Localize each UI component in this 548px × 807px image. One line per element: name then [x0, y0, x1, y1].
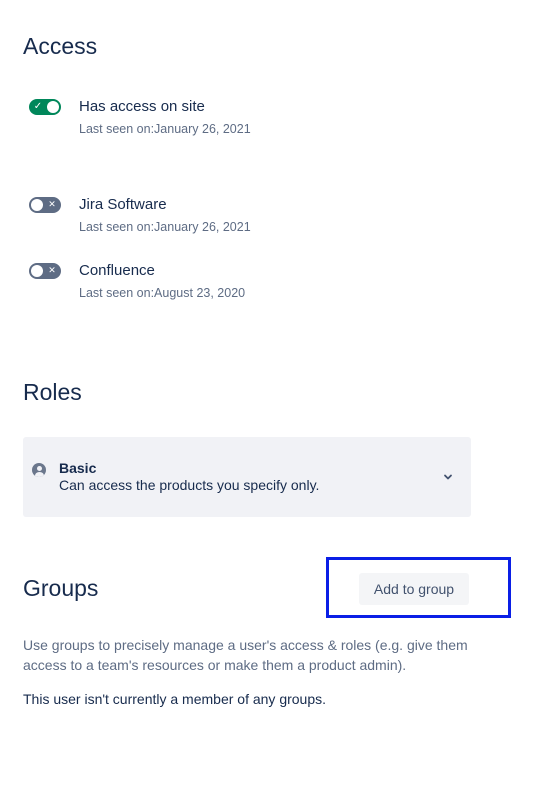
access-title-confluence: Confluence — [79, 262, 155, 279]
user-avatar-icon — [32, 463, 46, 477]
groups-empty-message: This user isn't currently a member of an… — [23, 691, 327, 707]
access-row-site: ✓ Has access on site Last seen on:Januar… — [29, 97, 509, 137]
access-heading: Access — [23, 33, 98, 59]
groups-heading: Groups — [23, 575, 99, 601]
access-title-jira: Jira Software — [79, 196, 167, 213]
close-icon: ✕ — [48, 266, 56, 276]
confluence-access-toggle[interactable]: ✕ — [29, 263, 61, 279]
role-select[interactable]: Basic Can access the products you specif… — [23, 437, 471, 517]
site-access-toggle[interactable]: ✓ — [29, 99, 61, 115]
jira-access-toggle[interactable]: ✕ — [29, 197, 61, 213]
roles-heading: Roles — [23, 379, 82, 405]
add-to-group-button[interactable]: Add to group — [359, 573, 469, 605]
check-icon: ✓ — [33, 101, 43, 112]
role-name: Basic — [59, 460, 97, 476]
toggle-knob — [47, 101, 59, 113]
groups-description: Use groups to precisely manage a user's … — [23, 637, 468, 673]
toggle-knob — [31, 199, 43, 211]
access-row-jira: ✕ Jira Software Last seen on:January 26,… — [29, 195, 509, 235]
role-description: Can access the products you specify only… — [59, 477, 320, 493]
close-icon: ✕ — [48, 200, 56, 210]
access-row-confluence: ✕ Confluence Last seen on:August 23, 202… — [29, 261, 509, 301]
chevron-down-icon — [444, 474, 452, 480]
toggle-knob — [31, 265, 43, 277]
last-seen-jira: Last seen on:January 26, 2021 — [79, 220, 251, 234]
access-title-site: Has access on site — [79, 98, 205, 115]
last-seen-site: Last seen on:January 26, 2021 — [79, 122, 251, 136]
last-seen-confluence: Last seen on:August 23, 2020 — [79, 286, 246, 300]
